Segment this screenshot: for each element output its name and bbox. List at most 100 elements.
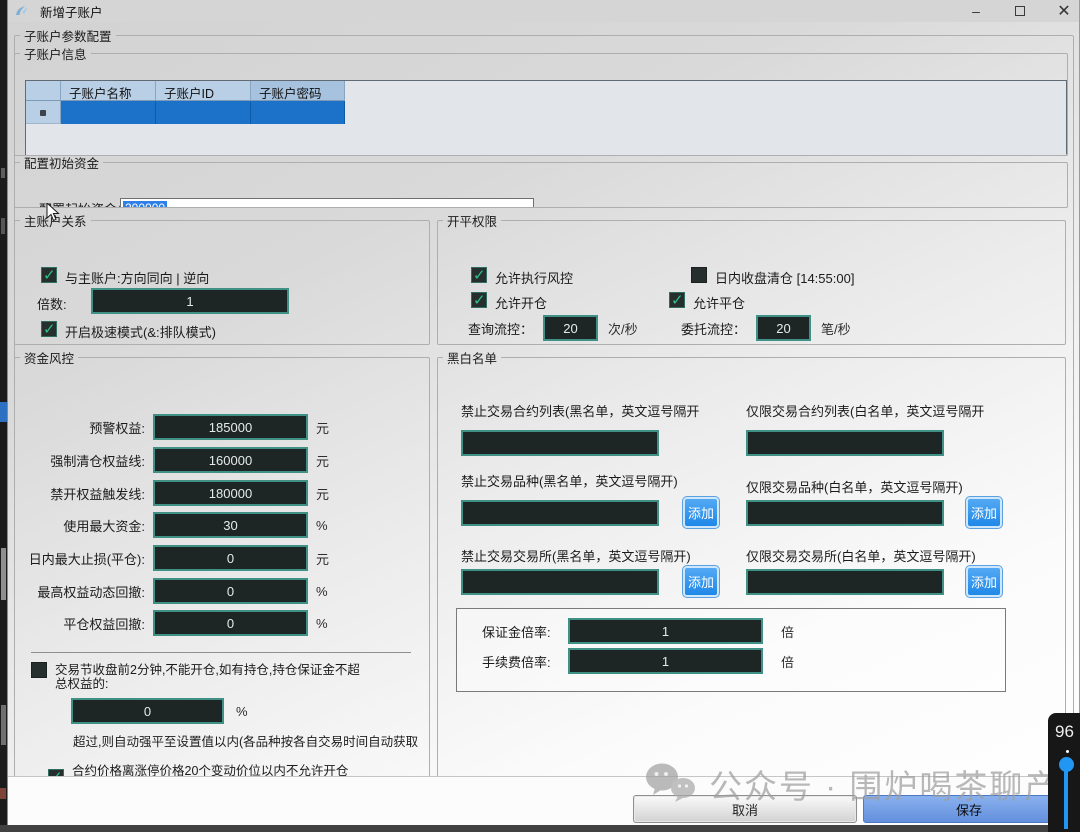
query-flow-row: 查询流控： 20 次/秒 — [468, 315, 638, 341]
checkbox-allow-close[interactable]: 允许平仓 — [669, 292, 745, 312]
field-label: 禁开权益触发线: — [23, 484, 145, 503]
order-flow-input[interactable]: 20 — [756, 315, 811, 341]
fee-multiplier-row: 手续费倍率: 1 倍 — [482, 648, 794, 674]
column-header-password[interactable]: 子账户密码 — [251, 81, 345, 101]
field-unit: 元 — [316, 549, 329, 568]
group-label: 资金风控 — [20, 348, 78, 367]
bottom-edge-bar — [0, 825, 1080, 832]
checkbox-allow-open[interactable]: 允许开仓 — [471, 292, 547, 312]
checkbox-label: 允许执行风控 — [495, 267, 573, 287]
close-equity-drawdown-input[interactable]: 0 — [153, 610, 308, 636]
fee-multiplier-input[interactable]: 1 — [568, 648, 763, 674]
no-open-trigger-input[interactable]: 180000 — [153, 480, 308, 506]
group-initial-fund: 配置初始资金 配置起始资金： 200000 — [14, 153, 1068, 208]
group-label: 配置初始资金 — [20, 153, 103, 172]
margin-multiplier-input[interactable]: 1 — [568, 618, 763, 644]
minimize-icon[interactable]: – — [965, 2, 987, 20]
column-header-name[interactable]: 子账户名称 — [61, 81, 156, 101]
volume-slider-handle[interactable] — [1059, 757, 1074, 772]
cell-name[interactable] — [61, 101, 156, 124]
force-clear-equity-input[interactable]: 160000 — [153, 447, 308, 473]
group-fund-risk: 资金风控 预警权益: 185000 元 强制清仓权益线: 160000 元 禁开… — [14, 348, 430, 788]
blacklist-products-label: 禁止交易品种(黑名单，英文逗号隔开) — [461, 471, 678, 490]
watermark-text: 公众号 · 围炉喝茶聊产品 — [709, 760, 1080, 808]
fund-risk-row: 禁开权益触发线: 180000 元 — [23, 480, 329, 506]
warning-equity-input[interactable]: 185000 — [153, 414, 308, 440]
cell-password[interactable] — [251, 101, 345, 124]
order-flow-label: 委托流控： — [681, 319, 746, 338]
checkbox-risk-control[interactable]: 允许执行风控 — [471, 267, 573, 287]
checkbox-box[interactable] — [691, 267, 707, 283]
screen: 新增子账户 – ✕ 子账户参数配置 子账户信息 子账户名称 子账户ID 子账户密… — [0, 0, 1080, 832]
whitelist-products-label: 仅限交易品种(白名单，英文逗号隔开) — [746, 477, 963, 496]
whitelist-exchanges-label: 仅限交易交易所(白名单，英文逗号隔开) — [746, 546, 976, 565]
add-blacklist-exchange-button[interactable]: 添加 — [683, 566, 719, 597]
field-unit: 元 — [316, 451, 329, 470]
table-row[interactable] — [26, 101, 1066, 124]
checkbox-pre-close-margin[interactable]: 交易节收盘前2分钟,不能开仓,如有持仓,持仓保证金不超 总权益的: — [31, 662, 390, 691]
background-selected-item — [0, 402, 7, 422]
checkbox-intraday-clear[interactable]: 日内收盘清仓 [14:55:00] — [691, 267, 854, 287]
multiplier-box: 保证金倍率: 1 倍 手续费倍率: 1 倍 — [456, 608, 1006, 692]
group-subaccount-info: 子账户信息 子账户名称 子账户ID 子账户密码 — [14, 44, 1068, 156]
fund-risk-row: 日内最大止损(平仓): 0 元 — [23, 545, 329, 571]
add-blacklist-product-button[interactable]: 添加 — [683, 497, 719, 528]
checkbox-box[interactable] — [669, 292, 685, 308]
fund-risk-row: 使用最大资金: 30 % — [23, 512, 328, 538]
blacklist-exchanges-input[interactable] — [461, 569, 659, 595]
checkbox-box[interactable] — [41, 321, 57, 337]
checkbox-box[interactable] — [471, 292, 487, 308]
whitelist-contracts-label: 仅限交易合约列表(白名单，英文逗号隔开 — [746, 401, 984, 420]
margin-multiplier-row: 保证金倍率: 1 倍 — [482, 618, 794, 644]
background-app-strip — [0, 0, 8, 832]
window-controls: – ✕ — [965, 0, 1075, 22]
checkbox-box[interactable] — [41, 344, 57, 345]
cell-id[interactable] — [156, 101, 251, 124]
subaccount-table[interactable]: 子账户名称 子账户ID 子账户密码 — [25, 80, 1067, 156]
checkbox-box[interactable] — [31, 662, 47, 678]
group-label: 黑白名单 — [443, 348, 501, 367]
window-title: 新增子账户 — [40, 2, 103, 21]
add-whitelist-exchange-button[interactable]: 添加 — [966, 566, 1002, 597]
checkbox-box[interactable] — [41, 267, 57, 283]
group-label: 子账户参数配置 — [20, 26, 116, 45]
column-header-id[interactable]: 子账户ID — [156, 81, 251, 101]
fund-risk-row: 预警权益: 185000 元 — [23, 414, 329, 440]
intraday-max-loss-input[interactable]: 0 — [153, 545, 308, 571]
blacklist-contracts-input[interactable] — [461, 430, 659, 456]
pre-close-note: 超过,则自动强平至设置值以内(各品种按各自交易时间自动获取 — [73, 731, 418, 750]
checkbox-label: 允许平仓 — [693, 292, 745, 312]
whitelist-exchanges-input[interactable] — [746, 569, 944, 595]
checkbox-fast-mode[interactable]: 开启极速模式(&:排队模式) — [41, 321, 216, 341]
whitelist-products-input[interactable] — [746, 500, 944, 526]
volume-overlay: 96 — [1048, 713, 1080, 832]
title-bar[interactable]: 新增子账户 – ✕ — [8, 0, 1079, 22]
checkbox-label: 开启极速模式(&:排队模式) — [65, 321, 216, 341]
blacklist-products-input[interactable] — [461, 500, 659, 526]
add-whitelist-product-button[interactable]: 添加 — [966, 497, 1002, 528]
pre-close-percent-input[interactable]: 0 — [71, 698, 224, 724]
field-unit: 元 — [316, 418, 329, 437]
app-logo-icon — [14, 4, 30, 19]
fund-risk-row: 平仓权益回撤: 0 % — [23, 610, 328, 636]
query-flow-unit: 次/秒 — [608, 319, 638, 338]
max-fund-usage-input[interactable]: 30 — [153, 512, 308, 538]
fund-risk-row: 强制清仓权益线: 160000 元 — [23, 447, 329, 473]
initial-fund-input[interactable]: 200000 — [120, 198, 534, 208]
dialog-window: 新增子账户 – ✕ 子账户参数配置 子账户信息 子账户名称 子账户ID 子账户密… — [8, 0, 1080, 825]
multiple-input[interactable]: 1 — [91, 288, 289, 314]
whitelist-contracts-input[interactable] — [746, 430, 944, 456]
maximize-icon[interactable] — [1009, 2, 1031, 20]
blacklist-exchanges-label: 禁止交易交易所(黑名单，英文逗号隔开) — [461, 546, 691, 565]
query-flow-input[interactable]: 20 — [543, 315, 598, 341]
checkbox-direction[interactable]: 与主账户:方向同向 | 逆向 — [41, 267, 209, 287]
field-unit: % — [316, 518, 328, 533]
checkbox-box[interactable] — [471, 267, 487, 283]
row-header-cell[interactable] — [26, 101, 61, 124]
group-blacklist-whitelist: 黑白名单 禁止交易合约列表(黑名单，英文逗号隔开 仅限交易合约列表(白名单，英文… — [437, 348, 1066, 788]
volume-top-dot — [1066, 750, 1069, 753]
volume-slider-track[interactable] — [1064, 771, 1068, 829]
max-equity-drawdown-input[interactable]: 0 — [153, 578, 308, 604]
checkbox-broadcast[interactable]: 开启对外广播展示 — [41, 344, 169, 345]
close-icon[interactable]: ✕ — [1053, 2, 1075, 20]
